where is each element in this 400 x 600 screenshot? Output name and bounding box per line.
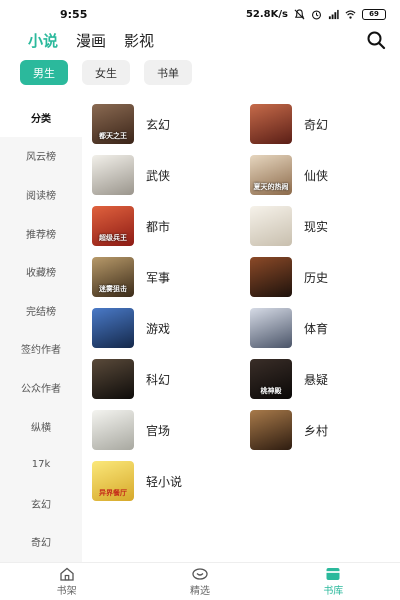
category-label: 体育 — [304, 321, 329, 336]
nav-featured[interactable]: 精选 — [133, 563, 266, 600]
sidebar-item-xuanhuan[interactable]: 玄幻 — [0, 484, 82, 523]
category-label: 军事 — [146, 270, 171, 285]
tab-comic[interactable]: 漫画 — [76, 30, 106, 51]
category-label: 乡村 — [304, 423, 329, 438]
status-time: 9:55 — [60, 7, 88, 21]
sidebar-item-recommend[interactable]: 推荐榜 — [0, 214, 82, 253]
category-item[interactable]: 现实 — [250, 206, 400, 246]
home-icon — [60, 567, 74, 581]
net-speed: 52.8K/s — [245, 8, 288, 20]
sidebar-item-qihuan[interactable]: 奇幻 — [0, 523, 82, 562]
book-cover — [92, 308, 134, 348]
sidebar-item-category[interactable]: 分类 — [0, 98, 82, 137]
sidebar-item-public-author[interactable]: 公众作者 — [0, 368, 82, 407]
category-item[interactable]: 科幻 — [92, 359, 242, 399]
sidebar-item-finished[interactable]: 完结榜 — [0, 291, 82, 330]
book-cover — [250, 206, 292, 246]
tab-female[interactable]: 女生 — [82, 60, 130, 85]
status-bar: 9:55 52.8K/s 69 — [0, 0, 400, 28]
book-cover — [92, 155, 134, 195]
sidebar-item-fengyun[interactable]: 风云榜 — [0, 137, 82, 176]
battery-icon: 69 — [362, 8, 386, 20]
category-label: 历史 — [304, 270, 329, 285]
category-label: 官场 — [146, 423, 171, 438]
category-label: 玄幻 — [146, 117, 171, 132]
nav-bookshelf-label: 书架 — [56, 585, 77, 597]
sidebar: 分类 风云榜 阅读榜 推荐榜 收藏榜 完结榜 签约作者 公众作者 纵横 17k … — [0, 98, 82, 562]
category-label: 科幻 — [146, 372, 171, 387]
category-item[interactable]: 游戏 — [92, 308, 242, 348]
category-label: 现实 — [304, 219, 329, 234]
category-item[interactable]: 乡村 — [250, 410, 400, 450]
eye-icon — [192, 567, 208, 580]
tab-booklist[interactable]: 书单 — [144, 60, 192, 85]
book-cover — [250, 308, 292, 348]
bottom-nav: 书架 精选 书库 — [0, 562, 400, 600]
book-cover: 超级兵王 — [92, 206, 134, 246]
sidebar-item-favorite[interactable]: 收藏榜 — [0, 252, 82, 291]
category-item[interactable]: 武侠 — [92, 155, 242, 195]
sidebar-item-reading[interactable]: 阅读榜 — [0, 175, 82, 214]
gender-tabs: 男生 女生 书单 — [20, 60, 192, 85]
category-item[interactable]: 体育 — [250, 308, 400, 348]
category-label: 武侠 — [146, 168, 171, 183]
book-cover — [92, 359, 134, 399]
category-label: 悬疑 — [304, 372, 329, 387]
book-cover: 迷雾狙击 — [92, 257, 134, 297]
category-grid: 都天之王 玄幻 奇幻 武侠 夏天的热闹 仙侠 超级兵王 都市 现实 迷雾狙击 军… — [82, 98, 400, 562]
category-label: 轻小说 — [146, 474, 183, 489]
top-nav: 小说 漫画 影视 — [0, 28, 400, 52]
nav-featured-label: 精选 — [189, 585, 210, 597]
search-icon[interactable] — [366, 30, 386, 50]
category-item[interactable]: 都天之王 玄幻 — [92, 104, 242, 144]
category-item[interactable]: 历史 — [250, 257, 400, 297]
book-cover — [250, 257, 292, 297]
status-right: 52.8K/s 69 — [245, 8, 386, 20]
category-item[interactable]: 迷雾狙击 军事 — [92, 257, 242, 297]
tab-male[interactable]: 男生 — [20, 60, 68, 85]
tab-video[interactable]: 影视 — [124, 30, 154, 51]
signal-icon — [328, 9, 339, 19]
book-cover: 都天之王 — [92, 104, 134, 144]
category-item[interactable]: 异界餐厅 轻小说 — [92, 461, 242, 501]
sidebar-item-zongheng[interactable]: 纵横 — [0, 407, 82, 446]
book-cover — [92, 410, 134, 450]
nav-library[interactable]: 书库 — [267, 563, 400, 600]
category-item[interactable]: 官场 — [92, 410, 242, 450]
wifi-icon — [345, 9, 356, 19]
alarm-icon — [312, 9, 321, 19]
book-cover — [250, 104, 292, 144]
tab-novel[interactable]: 小说 — [28, 30, 58, 51]
book-cover — [250, 410, 292, 450]
mute-icon — [294, 8, 305, 19]
book-cover: 桃神殿 — [250, 359, 292, 399]
sidebar-item-17k[interactable]: 17k — [0, 445, 82, 484]
book-cover: 夏天的热闹 — [250, 155, 292, 195]
category-item[interactable]: 超级兵王 都市 — [92, 206, 242, 246]
category-label: 奇幻 — [304, 117, 329, 132]
nav-bookshelf[interactable]: 书架 — [0, 563, 133, 600]
category-label: 游戏 — [146, 321, 171, 336]
category-item[interactable]: 夏天的热闹 仙侠 — [250, 155, 400, 195]
category-item[interactable]: 桃神殿 悬疑 — [250, 359, 400, 399]
sidebar-item-signed-author[interactable]: 签约作者 — [0, 330, 82, 369]
category-label: 都市 — [146, 219, 171, 234]
library-icon — [326, 567, 340, 580]
category-item[interactable]: 奇幻 — [250, 104, 400, 144]
nav-library-label: 书库 — [323, 585, 344, 597]
book-cover: 异界餐厅 — [92, 461, 134, 501]
category-label: 仙侠 — [304, 168, 329, 183]
